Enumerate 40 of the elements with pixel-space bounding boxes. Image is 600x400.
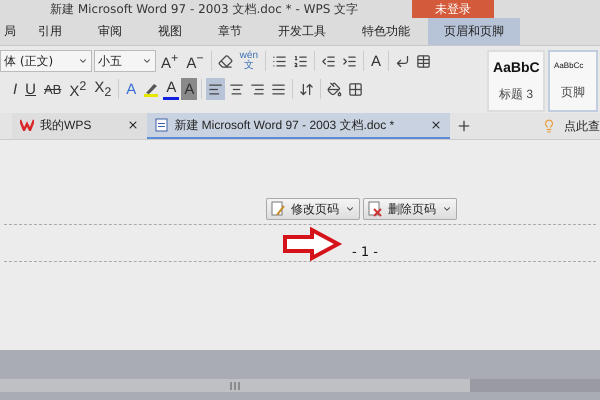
document-tab[interactable]: 新建 Microsoft Word 97 - 2003 文档.doc * [147,113,450,139]
ribbon-tab[interactable]: 引用 [20,18,80,45]
ribbon-tab[interactable]: 审阅 [80,18,140,45]
document-tab[interactable]: 我的WPS [12,113,148,139]
grow-font-button[interactable]: A$^{+}$ [158,50,182,72]
edit-document-icon [271,201,285,217]
subscript-button[interactable]: X$_{2}$ [91,78,114,100]
superscript-button[interactable]: X$^{2}$ [66,78,90,100]
header-action-button[interactable]: 修改页码 [266,198,360,220]
style-preset[interactable]: AaBbC 标题 3 [487,50,545,112]
scrollbar-thumb[interactable] [0,379,470,392]
close-icon[interactable] [127,119,140,131]
ribbon-tab[interactable]: 局 [0,18,20,45]
login-button[interactable]: 未登录 [412,0,494,18]
pinyin-button[interactable]: wén 文 [236,50,262,72]
shrink-font-button[interactable]: A$^{−}$ [183,50,207,72]
character-shading-button[interactable]: A [181,78,198,100]
underline-button[interactable]: U [22,78,40,100]
ribbon-tab[interactable]: 页眉和页脚 [428,18,520,45]
ribbon-tab[interactable]: 章节 [200,18,260,45]
close-icon[interactable] [430,119,442,131]
ribbon-tab[interactable]: 开发工具 [260,18,344,45]
w-logo-icon [20,119,34,131]
header-action-button[interactable]: 删除页码 [363,198,457,220]
window-title: 新建 Microsoft Word 97 - 2003 文档.doc * - WPS 文字 [50,0,358,18]
ribbon-tab[interactable]: 视图 [140,18,200,45]
page-number: - 1 - [352,245,378,260]
ribbon-tab[interactable]: 特色功能 [344,18,428,45]
style-preset[interactable]: AaBbCc 页脚 [548,50,598,112]
change-case-button[interactable]: A [368,50,384,72]
arrow-drawing [282,227,342,261]
text-effects-button[interactable]: A [123,78,140,100]
font-size-select[interactable]: 小五 [94,50,156,72]
delete-document-icon [368,201,382,217]
strikethrough-button[interactable]: AB [41,78,64,100]
italic-button[interactable]: I [10,78,20,100]
document-icon [155,118,168,132]
tip-link[interactable]: 点此查 [564,118,600,134]
align-left-icon[interactable] [206,78,226,100]
font-select[interactable]: 体 (正文) [0,50,92,72]
